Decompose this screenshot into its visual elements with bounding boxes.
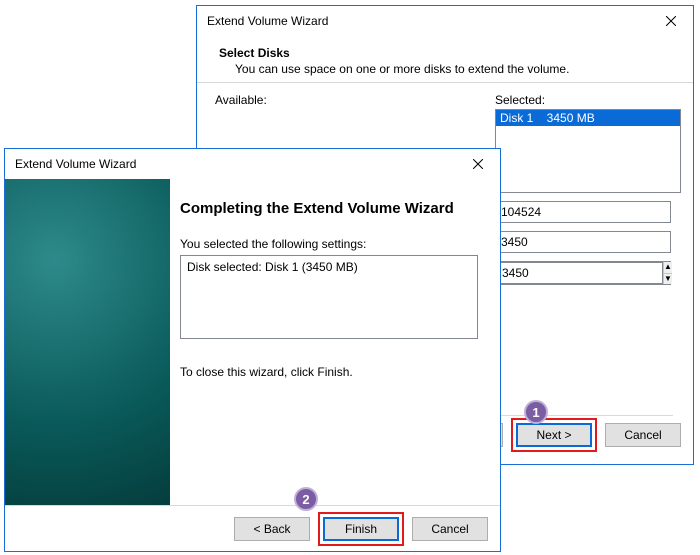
space-amount-input[interactable] <box>496 262 663 284</box>
selected-disk-item[interactable]: Disk 1 3450 MB <box>496 110 680 126</box>
selected-listbox[interactable]: Disk 1 3450 MB <box>495 109 681 193</box>
spinner-down-icon[interactable]: ▼ <box>664 274 672 285</box>
close-button-front[interactable] <box>456 149 500 179</box>
summary-text: Disk selected: Disk 1 (3450 MB) <box>187 260 471 274</box>
close-icon <box>473 159 483 169</box>
cancel-button-back[interactable]: Cancel <box>605 423 681 447</box>
wizard-sidebar-graphic <box>5 179 170 505</box>
highlight-next: Next > <box>511 418 597 452</box>
window-title: Extend Volume Wizard <box>207 14 328 28</box>
page-title: Select Disks <box>219 46 675 60</box>
cancel-button-front[interactable]: Cancel <box>412 517 488 541</box>
close-icon <box>666 16 676 26</box>
selected-label: Selected: <box>495 93 681 107</box>
step-badge-1: 1 <box>524 400 548 424</box>
summary-label: You selected the following settings: <box>180 237 478 251</box>
max-space-field[interactable] <box>495 231 671 253</box>
step-badge-2: 2 <box>294 487 318 511</box>
available-label: Available: <box>215 93 481 107</box>
window-title: Extend Volume Wizard <box>15 157 136 171</box>
close-button-back[interactable] <box>649 6 693 36</box>
titlebar-back[interactable]: Extend Volume Wizard <box>197 6 693 36</box>
next-button[interactable]: Next > <box>516 423 592 447</box>
space-amount-spinner[interactable]: ▲ ▼ <box>495 261 671 285</box>
titlebar-front[interactable]: Extend Volume Wizard <box>5 149 500 179</box>
summary-box: Disk selected: Disk 1 (3450 MB) <box>180 255 478 339</box>
back-button[interactable]: < Back <box>234 517 310 541</box>
finish-button[interactable]: Finish <box>323 517 399 541</box>
completing-wizard-window: Extend Volume Wizard Completing the Exte… <box>4 148 501 552</box>
wizard-heading: Completing the Extend Volume Wizard <box>180 199 478 219</box>
total-size-field[interactable] <box>495 201 671 223</box>
page-description: You can use space on one or more disks t… <box>235 62 675 76</box>
spinner-up-icon[interactable]: ▲ <box>664 262 672 274</box>
closing-text: To close this wizard, click Finish. <box>180 365 478 379</box>
highlight-finish: Finish <box>318 512 404 546</box>
